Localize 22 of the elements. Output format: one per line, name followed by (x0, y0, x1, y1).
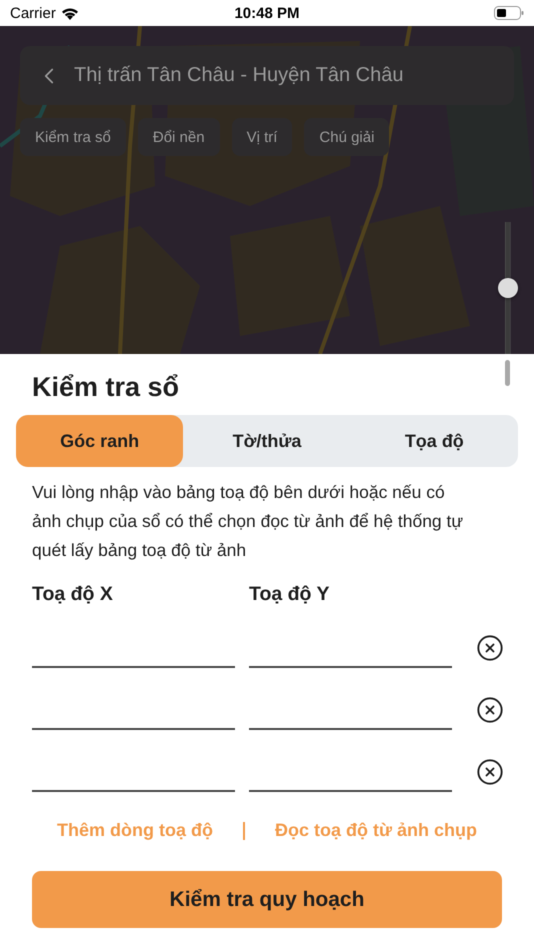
segment-tab[interactable]: Tờ/thửa (183, 415, 351, 467)
map-chip[interactable]: Kiểm tra sổ (20, 118, 126, 156)
battery-icon (494, 6, 524, 20)
search-bar[interactable]: Thị trấn Tân Châu - Huyện Tân Châu (20, 46, 514, 105)
sheet-title: Kiểm tra sổ (32, 372, 180, 403)
segment-tab[interactable]: Tọa độ (350, 415, 518, 467)
carrier-name: Carrier (10, 4, 56, 22)
submit-button[interactable]: Kiểm tra quy hoạch (32, 871, 502, 928)
map-chip[interactable]: Đổi nền (138, 118, 220, 156)
scroll-indicator (505, 360, 510, 386)
map-chip[interactable]: Vị trí (232, 118, 292, 156)
segment-tab[interactable]: Góc ranh (16, 415, 184, 467)
wifi-icon (60, 6, 79, 20)
clear-button[interactable] (476, 696, 504, 724)
column-header: Toạ độ Y (249, 583, 331, 606)
column-header: Toạ độ X (32, 583, 114, 606)
location-title: Thị trấn Tân Châu - Huyện Tân Châu (74, 64, 404, 87)
clear-button[interactable] (476, 634, 504, 662)
clear-button[interactable] (476, 758, 504, 786)
map-chip[interactable]: Chú giải (304, 118, 390, 156)
clock-time: 10:48 PM (234, 4, 300, 22)
instructions-text: Vui lòng nhập vào bảng toạ độ bên dưới hoặc nếu có ảnh chụp của sổ có thể chọn đọc từ ảnh để hệ thống tự quét lấy bảng toạ độ từ ảnh (32, 481, 464, 562)
